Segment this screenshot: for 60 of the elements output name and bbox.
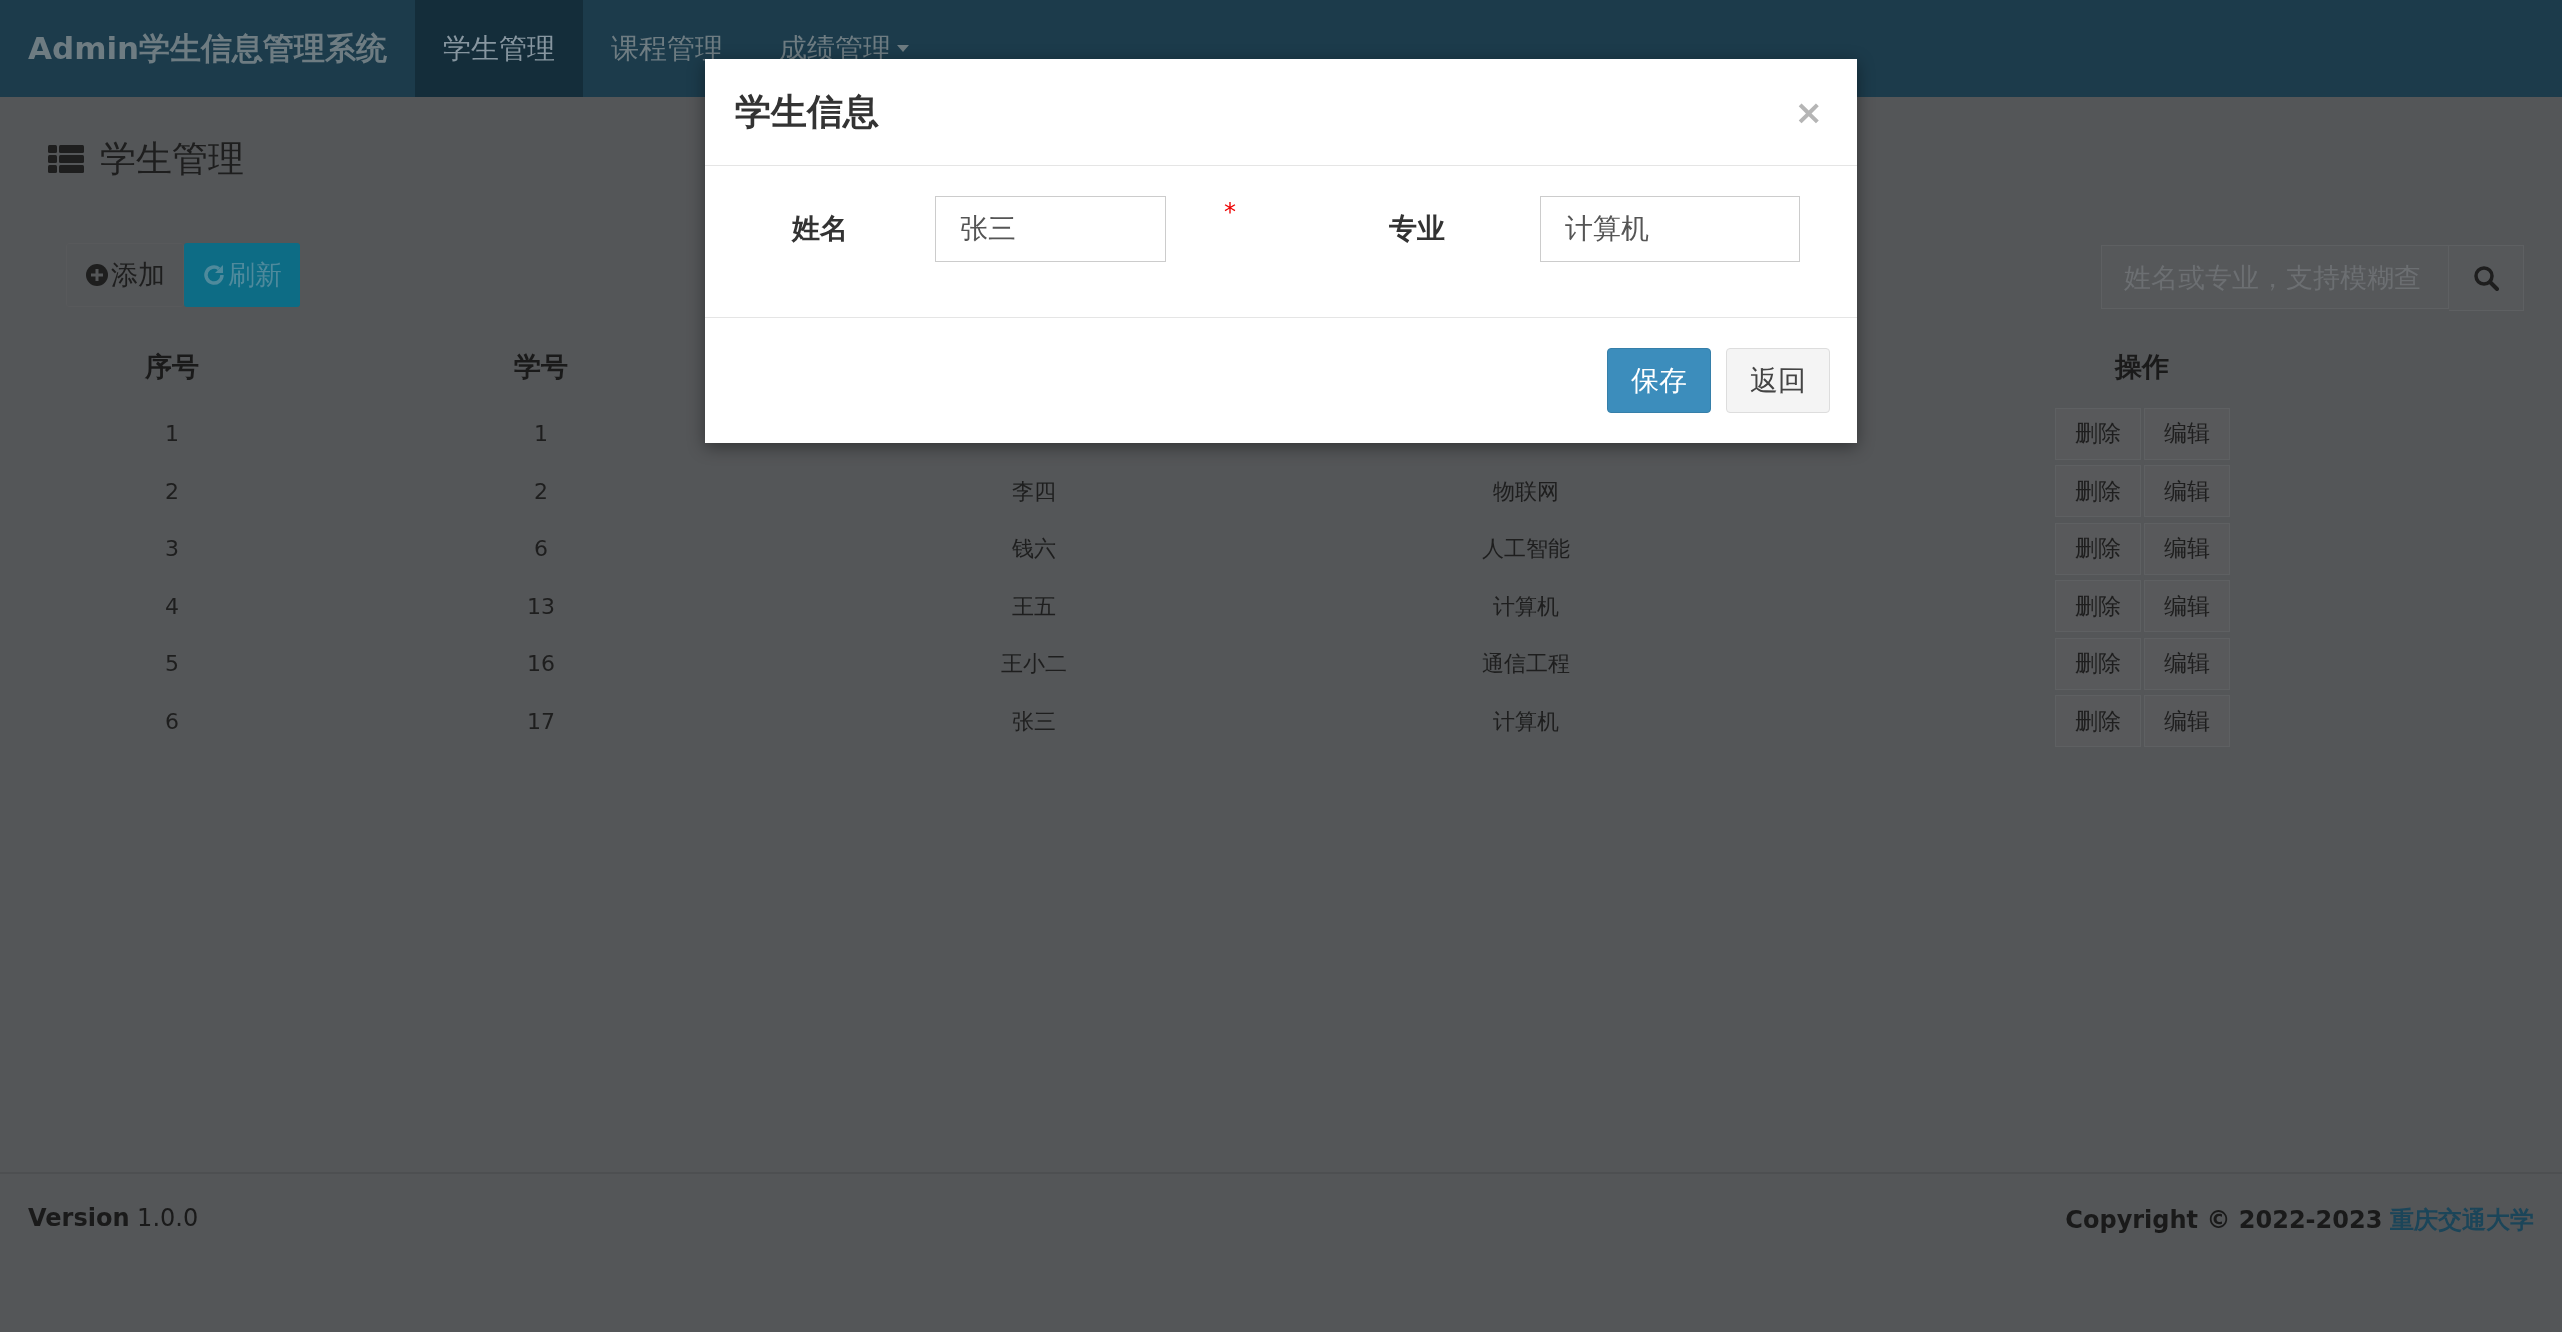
back-button[interactable]: 返回 [1726,348,1830,413]
table-cell: 计算机 [1493,708,1559,734]
dialog-title: 学生信息 [735,89,879,134]
edit-button[interactable]: 编辑 [2143,407,2230,460]
field-label: 专业 [1388,211,1446,247]
search-icon [2473,265,2499,291]
table-cell: 1 [534,421,548,446]
delete-button[interactable]: 删除 [2054,407,2141,460]
column-header: 序号 [145,351,199,382]
save-button[interactable]: 保存 [1607,348,1711,413]
table-cell: 王小二 [1001,651,1067,676]
table-cell: 物联网 [1493,478,1559,504]
table-cell: 17 [527,708,555,734]
table-cell: 2 [165,478,179,504]
column-header: 学号 [514,351,568,382]
delete-button[interactable]: 删除 [2054,695,2141,748]
search-button[interactable] [2449,245,2524,311]
table-cell: 5 [165,651,179,676]
nav-item[interactable]: 学生管理 [415,0,584,97]
app-brand[interactable]: Admin学生信息管理系统 [0,0,416,97]
table-cell: 1 [165,421,179,446]
edit-button[interactable]: 编辑 [2143,695,2230,748]
page-title: 学生管理 [100,136,244,181]
table-cell: 计算机 [1493,593,1559,619]
table-cell: 李四 [1012,478,1056,504]
version-text: Version 1.0.0 [28,1204,199,1232]
required-mark: * [1223,198,1237,226]
edit-button[interactable]: 编辑 [2143,580,2230,633]
edit-button[interactable]: 编辑 [2143,637,2230,690]
delete-button[interactable]: 删除 [2054,465,2141,518]
table-cell: 3 [165,536,179,561]
table-cell: 2 [534,478,548,504]
edit-button[interactable]: 编辑 [2143,465,2230,518]
field-label: 姓名 [790,211,849,247]
copyright-text: Copyright © 2022-2023 重庆交通大学 [2065,1205,2534,1236]
delete-button[interactable]: 删除 [2054,580,2141,633]
close-button[interactable]: × [1788,91,1829,133]
add-button[interactable]: 添加 [66,243,184,307]
table-cell: 6 [165,708,179,734]
column-header: 操作 [2115,351,2169,382]
delete-button[interactable]: 删除 [2054,522,2141,575]
table-cell: 4 [165,593,179,619]
table-cell: 13 [527,593,555,619]
university-link[interactable]: 重庆交通大学 [2390,1206,2534,1234]
table-cell: 6 [534,536,548,561]
table-cell: 张三 [1012,708,1056,734]
text-field[interactable]: 计算机 [1540,196,1800,262]
table-cell: 人工智能 [1482,536,1570,561]
table-cell: 王五 [1012,593,1056,619]
refresh-icon [202,263,226,287]
table-cell: 钱六 [1012,536,1056,561]
plus-circle-icon [85,263,109,287]
delete-button[interactable]: 删除 [2054,637,2141,690]
table-cell: 16 [527,651,555,676]
text-field[interactable]: 张三 [935,196,1166,262]
refresh-button[interactable]: 刷新 [184,243,300,307]
table-cell: 通信工程 [1482,651,1570,676]
edit-button[interactable]: 编辑 [2143,522,2230,575]
caret-icon [897,45,910,52]
list-icon [48,145,84,173]
